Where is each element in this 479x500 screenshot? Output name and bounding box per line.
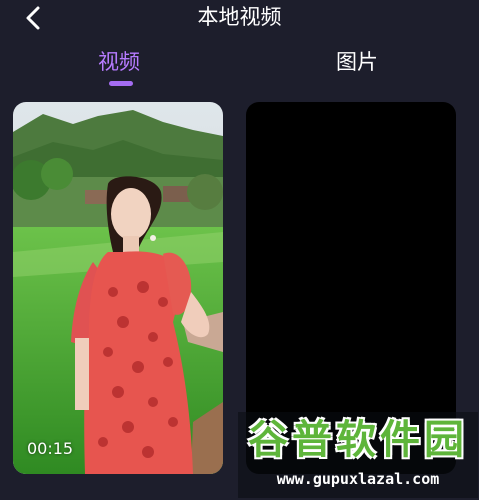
watermark-title: 谷普软件园 — [248, 417, 468, 463]
video-duration: 00:15 — [27, 439, 74, 458]
tab-video[interactable]: 视频 — [98, 48, 140, 76]
video-thumbnail — [13, 102, 223, 474]
watermark: 谷普软件园 www.gupuxlazal.com — [238, 412, 478, 498]
header: 本地视频 — [0, 0, 479, 36]
active-tab-indicator — [109, 81, 133, 86]
tab-photo[interactable]: 图片 — [336, 48, 378, 76]
video-card[interactable]: 00:15 — [13, 102, 223, 474]
watermark-url: www.gupuxlazal.com — [276, 470, 440, 488]
page-title: 本地视频 — [197, 5, 282, 29]
